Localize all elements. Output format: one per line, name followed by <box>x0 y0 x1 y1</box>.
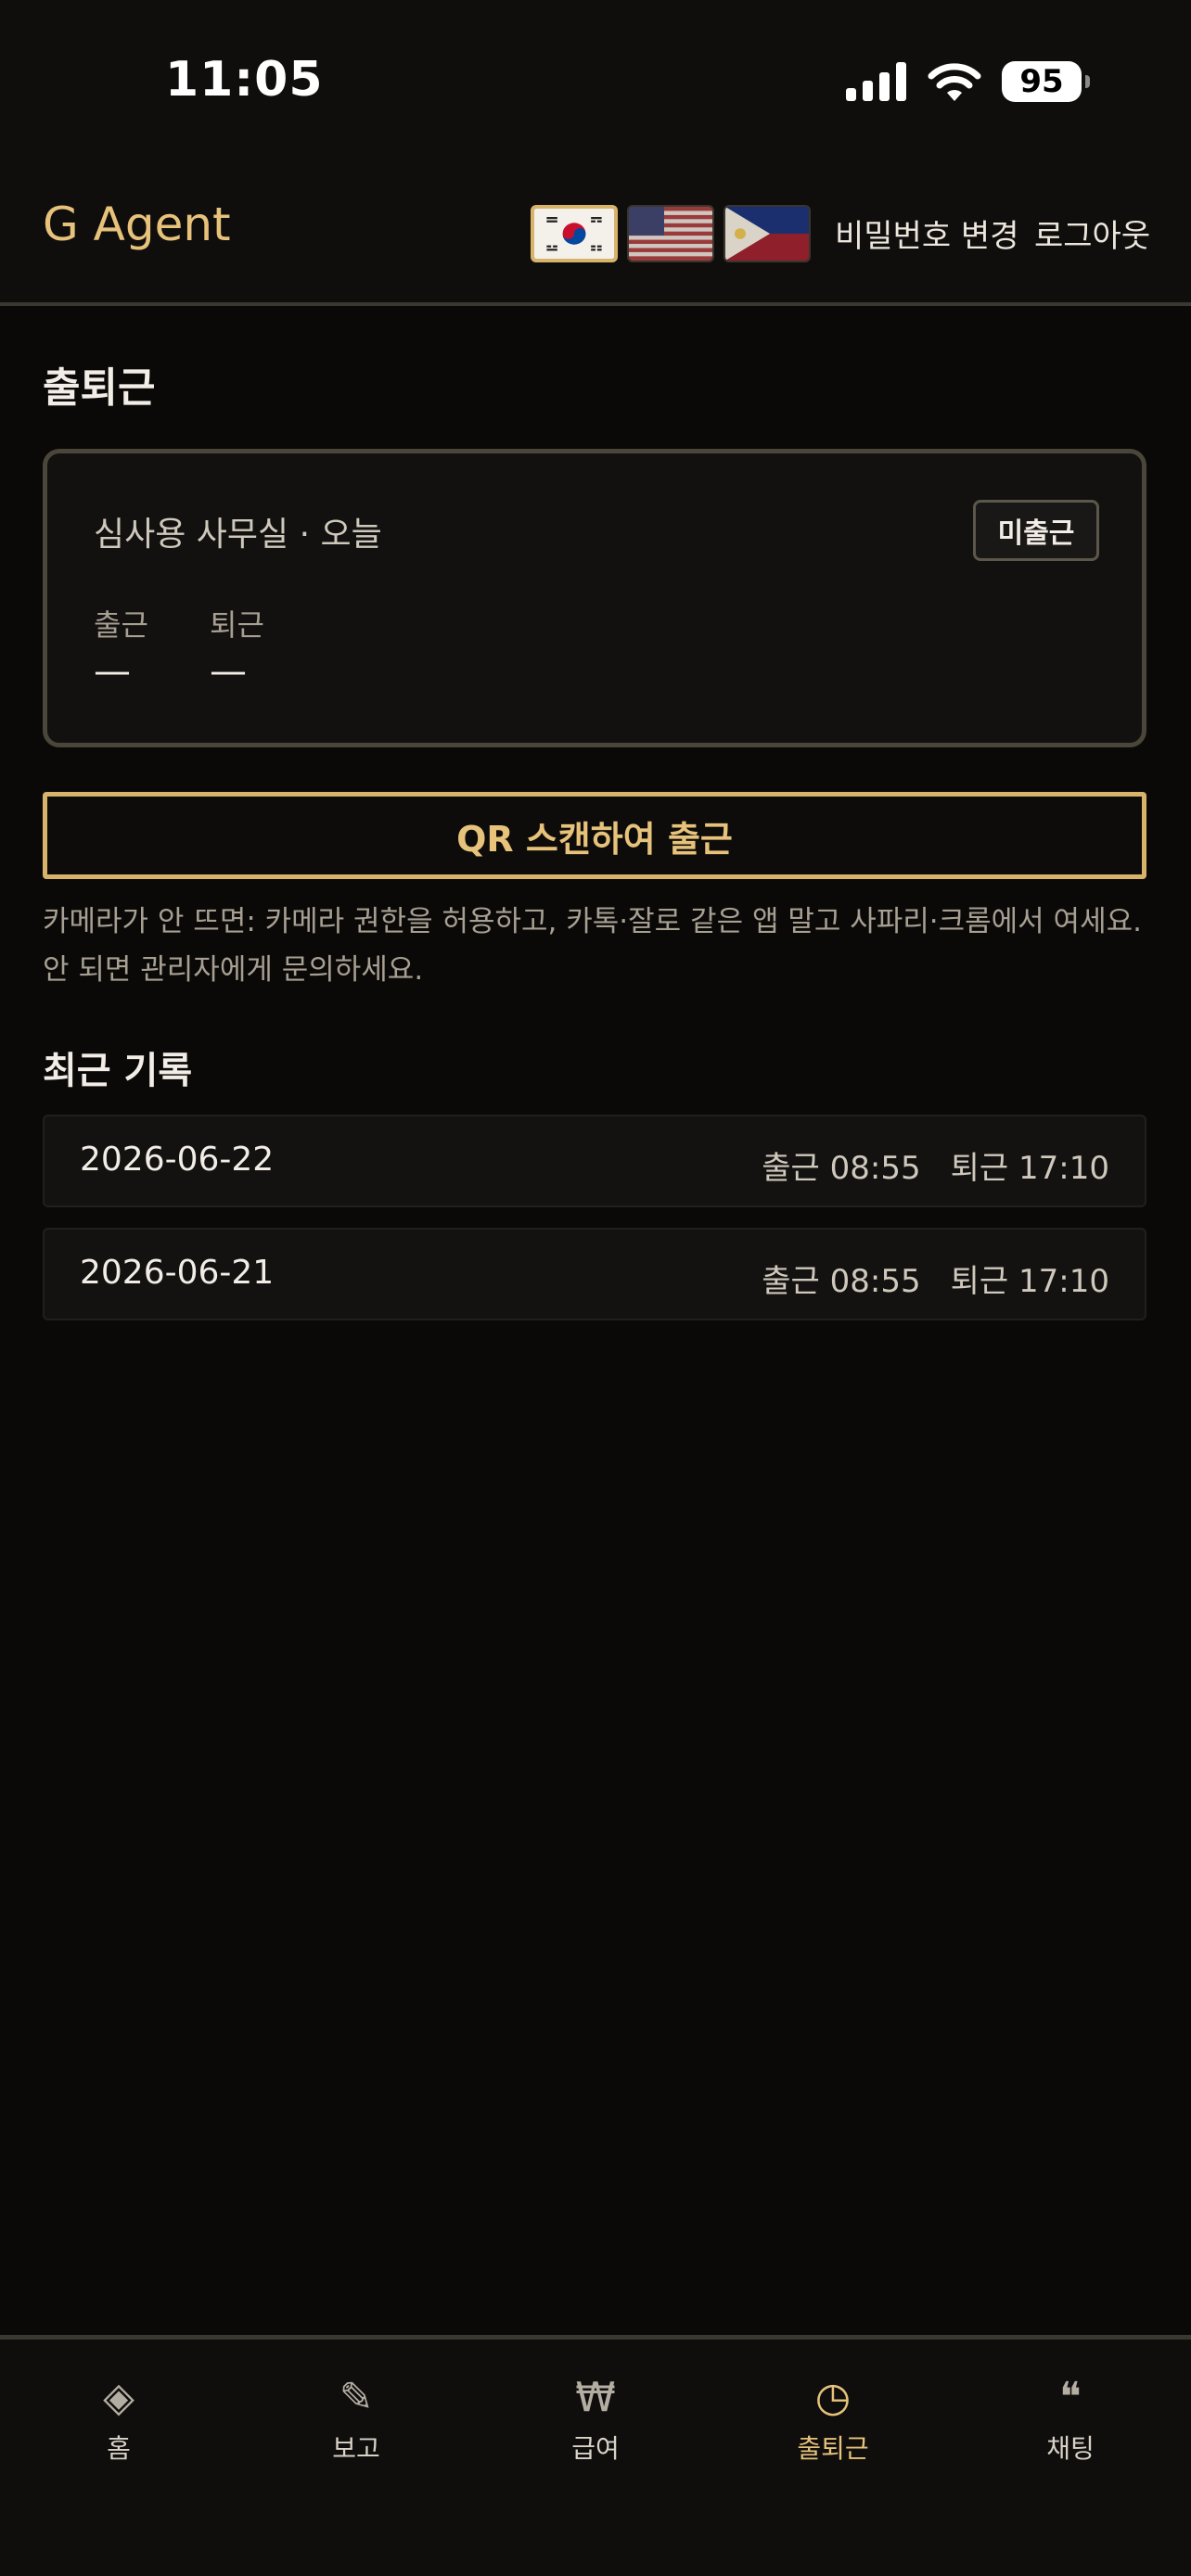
today-attendance-card: 심사용 사무실 · 오늘 미출근 출근 — 퇴근 — <box>43 449 1146 747</box>
bottom-tab-bar: ◈ 홈 ✎ 보고 ₩ 급여 ◷ 출퇴근 ❝ 채팅 <box>0 2335 1191 2576</box>
check-out-label: 퇴근 <box>210 607 264 643</box>
check-in-label: 출근 <box>94 607 148 643</box>
flag-philippines-icon[interactable] <box>724 205 811 262</box>
battery-icon: 95 <box>1002 61 1090 102</box>
home-diamond-icon: ◈ <box>103 2373 134 2421</box>
recent-records-title: 최근 기록 <box>43 1050 193 1092</box>
tab-attendance-label: 출퇴근 <box>797 2433 869 2464</box>
record-check-in: 출근 08:55 <box>762 1150 921 1187</box>
tab-home-label: 홈 <box>107 2433 131 2464</box>
flag-usa-icon[interactable] <box>627 205 714 262</box>
record-check-in: 출근 08:55 <box>762 1263 921 1300</box>
signal-icon <box>846 62 906 101</box>
record-date: 2026-06-21 <box>80 1254 275 1292</box>
status-time: 11:05 <box>165 52 324 108</box>
tab-attendance[interactable]: ◷ 출퇴근 <box>749 2367 916 2466</box>
tab-home[interactable]: ◈ 홈 <box>35 2367 202 2466</box>
qr-scan-check-in-button[interactable]: QR 스캔하여 출근 <box>43 792 1146 879</box>
check-out-column: 퇴근 — <box>210 602 264 693</box>
tab-report[interactable]: ✎ 보고 <box>273 2367 440 2466</box>
page-title: 출퇴근 <box>43 364 156 412</box>
logout-link[interactable]: 로그아웃 <box>1034 210 1150 256</box>
record-check-out: 퇴근 17:10 <box>950 1263 1109 1300</box>
tab-salary-label: 급여 <box>571 2433 620 2464</box>
check-out-value: — <box>210 650 247 693</box>
camera-help-text: 카메라가 안 뜨면: 카메라 권한을 허용하고, 카톡·잘로 같은 앱 말고 사… <box>43 905 1142 987</box>
record-times: 출근 08:55 퇴근 17:10 <box>762 1256 1109 1301</box>
location-label: 심사용 사무실 · 오늘 <box>94 516 382 554</box>
status-bar: 11:05 95 <box>0 0 1191 162</box>
status-icons: 95 <box>846 57 1090 106</box>
pencil-icon: ✎ <box>339 2373 374 2421</box>
clock-icon: ◷ <box>814 2373 852 2421</box>
record-row: 2026-06-21 출근 08:55 퇴근 17:10 <box>43 1228 1146 1320</box>
brand-logo-text: G Agent <box>43 198 231 251</box>
battery-level: 95 <box>1019 63 1064 100</box>
tab-salary[interactable]: ₩ 급여 <box>512 2367 679 2466</box>
record-check-out: 퇴근 17:10 <box>950 1150 1109 1187</box>
check-in-value: — <box>94 650 131 693</box>
record-times: 출근 08:55 퇴근 17:10 <box>762 1142 1109 1188</box>
language-switcher <box>531 205 811 262</box>
tab-chat[interactable]: ❝ 채팅 <box>987 2367 1154 2466</box>
check-in-column: 출근 — <box>94 602 148 693</box>
wifi-icon <box>928 63 981 101</box>
flag-korea-icon[interactable] <box>531 205 618 262</box>
record-date: 2026-06-22 <box>80 1141 275 1179</box>
quote-icon: ❝ <box>1059 2373 1082 2421</box>
status-badge: 미출근 <box>973 500 1099 561</box>
tab-chat-label: 채팅 <box>1046 2433 1095 2464</box>
app-header: G Agent 비밀번호 변경 로그아웃 <box>0 162 1191 306</box>
tab-report-label: 보고 <box>332 2433 380 2464</box>
change-password-link[interactable]: 비밀번호 변경 <box>835 210 1019 256</box>
record-row: 2026-06-22 출근 08:55 퇴근 17:10 <box>43 1115 1146 1207</box>
won-icon: ₩ <box>575 2373 616 2421</box>
